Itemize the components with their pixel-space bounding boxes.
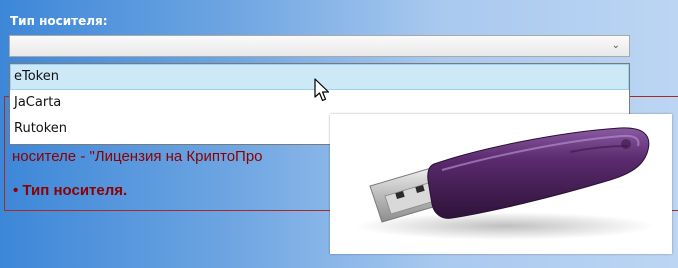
media-type-label: Тип носителя: bbox=[10, 14, 108, 28]
message-bullet: • Тип носителя. bbox=[13, 182, 128, 199]
message-line: носителе - "Лицензия на КриптоПро bbox=[12, 148, 263, 165]
usb-token-image bbox=[330, 114, 672, 254]
chevron-down-icon[interactable]: ⌄ bbox=[612, 41, 620, 51]
usb-token-illustration bbox=[355, 127, 655, 240]
media-type-select[interactable]: ⌄ bbox=[9, 35, 630, 57]
mouse-pointer-icon bbox=[314, 78, 330, 102]
